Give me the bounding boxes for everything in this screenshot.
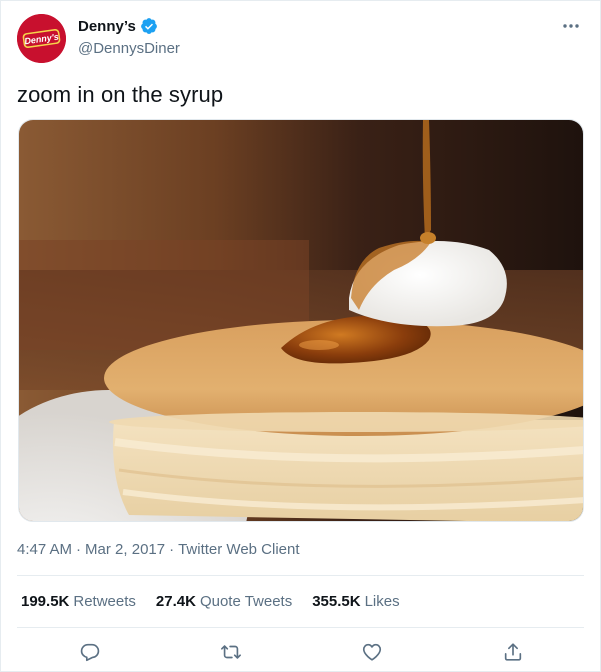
tweet-date[interactable]: Mar 2, 2017 — [85, 541, 165, 558]
likes-label: Likes — [364, 593, 400, 610]
retweet-icon — [221, 645, 241, 659]
tweet-stats: 199.5K Retweets 27.4K Quote Tweets 355.5… — [21, 593, 400, 610]
quote-tweets-label: Quote Tweets — [199, 593, 293, 610]
author-handle[interactable]: @DennysDiner — [78, 40, 180, 57]
author-name-row[interactable]: Denny’s — [78, 17, 158, 35]
like-icon — [362, 643, 382, 661]
pancakes-with-syrup-photo — [19, 120, 583, 521]
divider — [17, 575, 584, 576]
tweet-card: Denny's Denny’s @DennysDiner zoom in on … — [0, 0, 601, 672]
like-button[interactable] — [357, 637, 387, 667]
tweet-text: zoom in on the syrup — [17, 82, 224, 107]
likes-count: 355.5K — [312, 593, 361, 610]
display-name[interactable]: Denny’s — [78, 18, 136, 35]
quote-tweets-stat[interactable]: 27.4K Quote Tweets — [156, 593, 292, 610]
retweet-button[interactable] — [216, 637, 246, 667]
retweets-count: 199.5K — [21, 593, 70, 610]
tweet-media-photo[interactable] — [18, 119, 584, 522]
retweets-label: Retweets — [73, 593, 136, 610]
divider — [17, 627, 584, 628]
likes-stat[interactable]: 355.5K Likes — [312, 593, 399, 610]
reply-icon — [80, 643, 100, 662]
tweet-source[interactable]: Twitter Web Client — [178, 541, 299, 558]
quote-tweets-count: 27.4K — [155, 593, 196, 610]
reply-button[interactable] — [75, 637, 105, 667]
more-dots-icon — [563, 24, 579, 28]
tweet-actions-bar — [1, 633, 601, 671]
verified-badge-icon — [140, 17, 158, 35]
retweets-stat[interactable]: 199.5K Retweets — [21, 593, 136, 610]
tweet-meta: 4:47 AM · Mar 2, 2017 · Twitter Web Clie… — [17, 541, 300, 558]
share-icon — [504, 643, 522, 661]
meta-separator: · — [76, 541, 82, 558]
tweet-time[interactable]: 4:47 AM — [17, 541, 72, 558]
more-options-button[interactable] — [560, 17, 582, 35]
avatar[interactable]: Denny's — [17, 14, 66, 63]
meta-separator: · — [169, 541, 175, 558]
share-button[interactable] — [498, 637, 528, 667]
